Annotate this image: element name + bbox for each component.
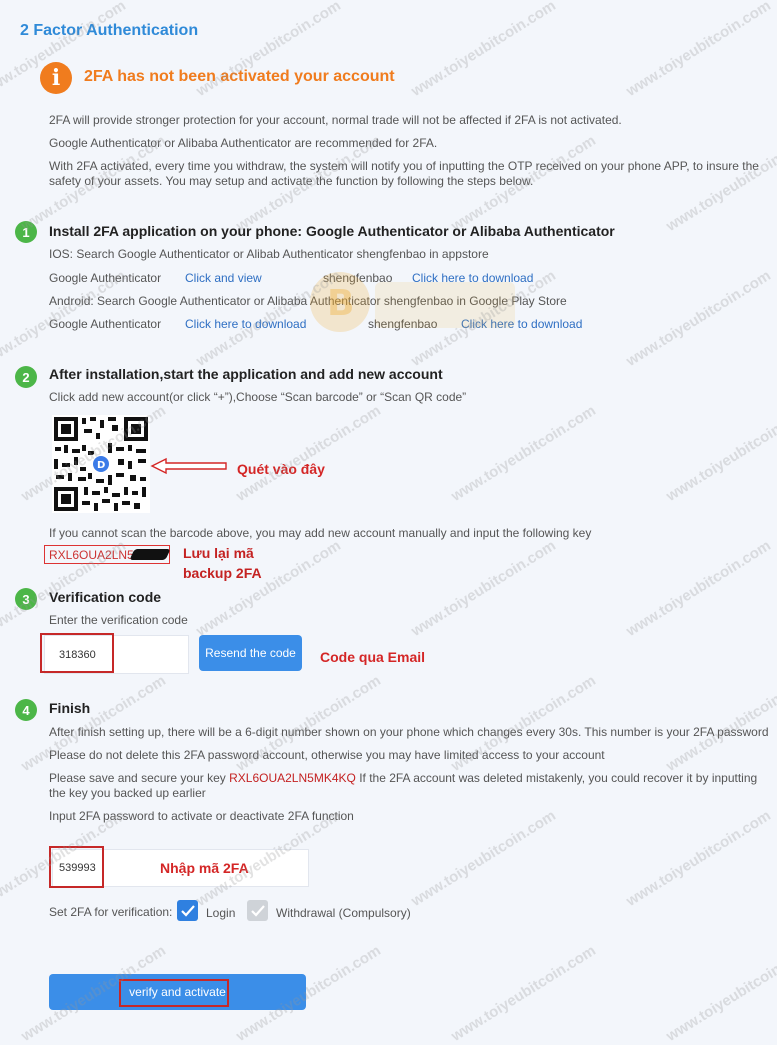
watermark-text: www.toiyeubitcoin.com xyxy=(408,0,559,100)
warning-line-1: 2FA will provide stronger protection for… xyxy=(49,113,622,127)
check-icon xyxy=(180,904,195,917)
warning-line-2: Google Authenticator or Alibaba Authenti… xyxy=(49,136,438,150)
watermark-text: www.toiyeubitcoin.com xyxy=(408,537,559,640)
step-4-badge: 4 xyxy=(15,699,37,721)
ios-app-google: Google Authenticator xyxy=(49,271,162,285)
android-google-download-link[interactable]: Click here to download xyxy=(185,317,306,331)
step-2-title: After installation,start the application… xyxy=(49,366,443,382)
step-1-title: Install 2FA application on your phone: G… xyxy=(49,223,615,239)
step-2-instruction: Click add new account(or click “+”),Choo… xyxy=(49,390,467,404)
watermark-text: www.toiyeubitcoin.com xyxy=(663,672,777,775)
step-3-badge: 3 xyxy=(15,588,37,610)
2fa-password-value: 539993 xyxy=(59,862,96,874)
arrow-left-icon xyxy=(150,457,227,475)
annotation-enter-2fa: Nhập mã 2FA xyxy=(160,860,249,876)
watermark-text: www.toiyeubitcoin.com xyxy=(623,267,774,370)
finish-key-highlight: RXL6OUA2LN5MK4KQ xyxy=(229,771,356,785)
watermark-text: www.toiyeubitcoin.com xyxy=(623,807,774,910)
watermark-text: www.toiyeubitcoin.com xyxy=(623,537,774,640)
annotation-save-backup: Lưu lại mã backup 2FA xyxy=(183,543,262,583)
step-2-badge: 2 xyxy=(15,366,37,388)
verification-label: Enter the verification code xyxy=(49,613,188,627)
login-checkbox[interactable] xyxy=(177,900,198,921)
warning-line-3: With 2FA activated, every time you withd… xyxy=(49,159,759,188)
withdrawal-label: Withdrawal (Compulsory) xyxy=(276,906,411,920)
watermark-text: www.toiyeubitcoin.com xyxy=(408,807,559,910)
verification-code-value: 318360 xyxy=(59,649,96,661)
manual-key-instruction: If you cannot scan the barcode above, yo… xyxy=(49,526,592,540)
login-label: Login xyxy=(206,906,236,920)
step-4-title: Finish xyxy=(49,700,91,716)
bitcoin-logo-watermark-icon: B xyxy=(310,272,515,332)
svg-text:D: D xyxy=(97,460,105,471)
watermark-text: www.toiyeubitcoin.com xyxy=(663,942,777,1045)
verification-setting-label: Set 2FA for verification: xyxy=(49,905,173,919)
watermark-text: www.toiyeubitcoin.com xyxy=(448,942,599,1045)
finish-line-2: Please do not delete this 2FA password a… xyxy=(49,748,605,762)
step-3-title: Verification code xyxy=(49,589,162,605)
ios-instruction: IOS: Search Google Authenticator or Alib… xyxy=(49,247,489,261)
verify-activate-highlight xyxy=(119,979,229,1007)
key-redaction-mask xyxy=(129,549,171,560)
info-icon: i xyxy=(40,62,72,94)
annotation-code-email: Code qua Email xyxy=(320,649,426,665)
check-icon xyxy=(250,904,265,917)
watermark-text: www.toiyeubitcoin.com xyxy=(448,402,599,505)
annotation-save-backup-line-2: backup 2FA xyxy=(183,565,262,581)
finish-line-4: Input 2FA password to activate or deacti… xyxy=(49,809,354,823)
annotation-save-backup-line-1: Lưu lại mã xyxy=(183,545,254,561)
withdrawal-checkbox xyxy=(247,900,268,921)
resend-code-button[interactable]: Resend the code xyxy=(199,635,302,671)
step-1-badge: 1 xyxy=(15,221,37,243)
android-app-google: Google Authenticator xyxy=(49,317,162,331)
page-title: 2 Factor Authentication xyxy=(20,22,199,39)
watermark-text: www.toiyeubitcoin.com xyxy=(233,402,384,505)
finish-line-1: After finish setting up, there will be a… xyxy=(49,725,769,739)
svg-text:B: B xyxy=(327,283,354,324)
warning-title: 2FA has not been activated your account xyxy=(84,68,395,85)
ios-google-view-link[interactable]: Click and view xyxy=(185,271,262,285)
watermark-text: www.toiyeubitcoin.com xyxy=(663,402,777,505)
qr-code: D xyxy=(52,415,150,513)
annotation-scan-here: Quét vào đây xyxy=(237,461,325,477)
watermark-text: www.toiyeubitcoin.com xyxy=(623,0,774,100)
finish-line-3: Please save and secure your key RXL6OUA2… xyxy=(49,771,771,801)
finish-line-3-pre: Please save and secure your key xyxy=(49,771,226,785)
